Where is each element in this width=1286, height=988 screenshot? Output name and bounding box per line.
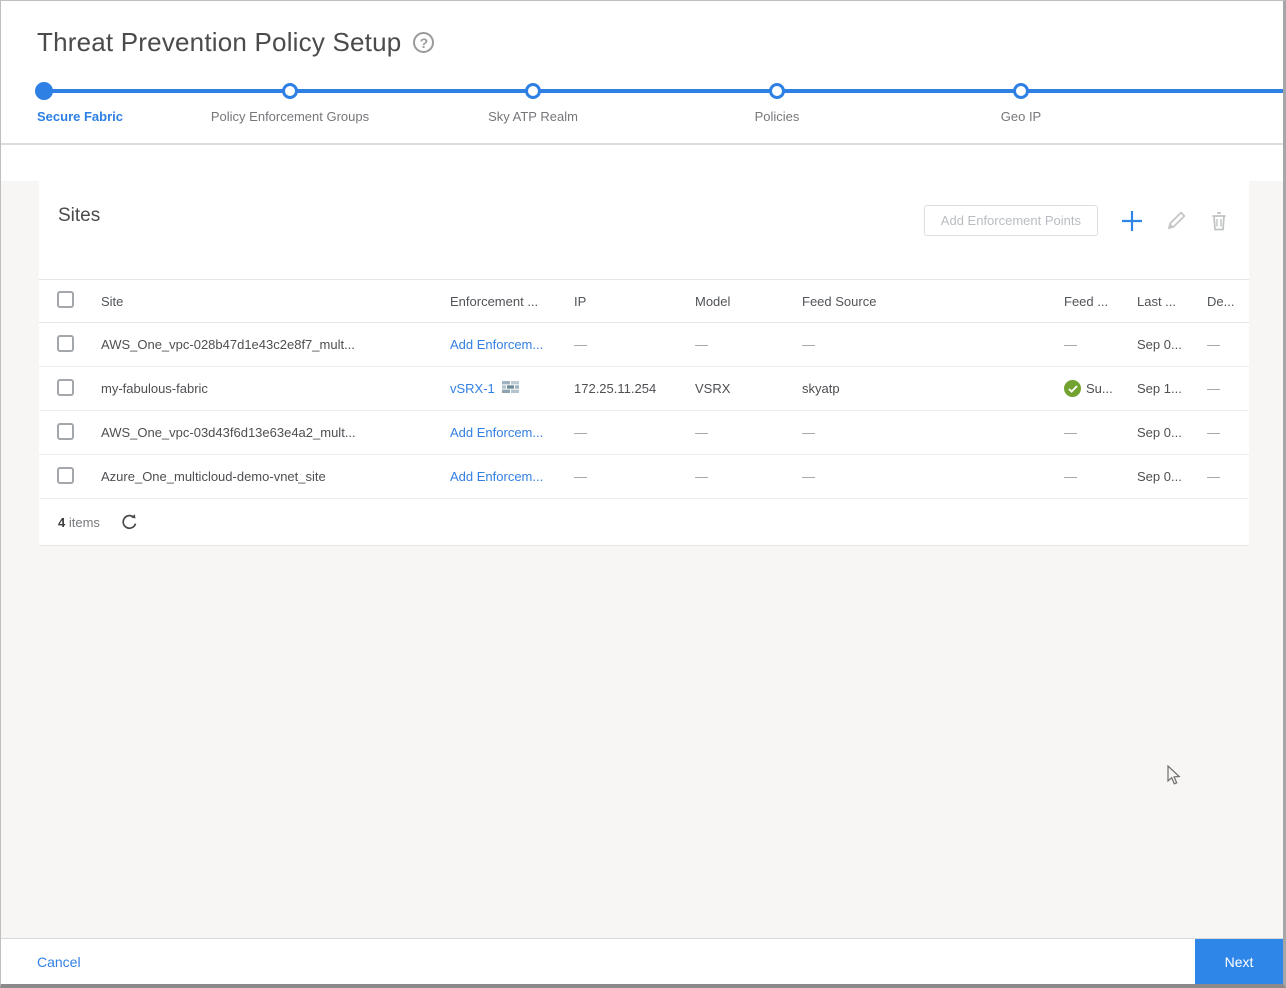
add-enforcement-link[interactable]: Add Enforcem... (450, 337, 543, 352)
site-name: AWS_One_vpc-028b47d1e43c2e8f7_mult... (101, 337, 355, 352)
column-header-site[interactable]: Site (101, 294, 450, 309)
device-link[interactable]: vSRX-1 (450, 381, 495, 396)
table-row[interactable]: AWS_One_vpc-03d43f6d13e63e4a2_mult... Ad… (39, 411, 1249, 455)
row-checkbox[interactable] (57, 334, 74, 352)
model-value: — (695, 469, 708, 484)
column-header-feed-status[interactable]: Feed ... (1064, 294, 1137, 309)
refresh-icon[interactable] (120, 513, 139, 532)
column-header-last[interactable]: Last ... (1137, 294, 1207, 309)
pencil-icon[interactable] (1166, 210, 1187, 231)
page-content: Sites Add Enforcement Points Site Enforc… (1, 181, 1283, 977)
column-header-enforcement[interactable]: Enforcement ... (450, 294, 574, 309)
wizard-stepper: Secure Fabric Policy Enforcement Groups … (1, 82, 1283, 143)
step-label-sky-atp-realm: Sky ATP Realm (488, 109, 578, 124)
column-header-ip[interactable]: IP (574, 294, 695, 309)
mouse-cursor (1167, 764, 1182, 791)
feed-source-value: — (802, 337, 815, 352)
model-value: VSRX (695, 381, 731, 396)
ip-value: 172.25.11.254 (574, 381, 657, 396)
column-header-de[interactable]: De... (1207, 294, 1249, 309)
table-footer: 4 items (39, 499, 1249, 545)
feed-source-value: skyatp (802, 381, 840, 396)
column-header-model[interactable]: Model (695, 294, 802, 309)
site-name: my-fabulous-fabric (101, 381, 208, 396)
select-all-checkbox[interactable] (57, 291, 74, 308)
trash-icon[interactable] (1209, 210, 1229, 232)
table-row[interactable]: Azure_One_multicloud-demo-vnet_site Add … (39, 455, 1249, 499)
plus-icon[interactable] (1120, 209, 1144, 233)
ip-value: — (574, 337, 587, 352)
column-header-feed-source[interactable]: Feed Source (802, 294, 1064, 309)
table-header-row: Site Enforcement ... IP Model Feed Sourc… (39, 279, 1249, 323)
stepper-line (39, 89, 1283, 93)
sites-title: Sites (58, 205, 101, 226)
site-name: Azure_One_multicloud-demo-vnet_site (101, 469, 326, 484)
description-value: — (1207, 425, 1220, 440)
row-checkbox[interactable] (57, 422, 74, 440)
feed-status-value: — (1064, 337, 1077, 352)
sites-panel: Sites Add Enforcement Points Site Enforc… (39, 181, 1249, 546)
feed-status-value: — (1064, 469, 1077, 484)
model-value: — (695, 337, 708, 352)
step-dot-policies[interactable] (769, 83, 785, 99)
help-icon[interactable]: ? (413, 32, 435, 53)
step-label-geo-ip: Geo IP (1000, 109, 1042, 124)
last-updated-value: Sep 1... (1137, 381, 1182, 396)
step-label-secure-fabric: Secure Fabric (37, 109, 123, 124)
description-value: — (1207, 381, 1220, 396)
feed-status-value: — (1064, 425, 1077, 440)
description-value: — (1207, 469, 1220, 484)
add-enforcement-link[interactable]: Add Enforcem... (450, 469, 543, 484)
site-name: AWS_One_vpc-03d43f6d13e63e4a2_mult... (101, 425, 356, 440)
table-row[interactable]: AWS_One_vpc-028b47d1e43c2e8f7_mult... Ad… (39, 323, 1249, 367)
page-title: Threat Prevention Policy Setup (37, 27, 402, 57)
last-updated-value: Sep 0... (1137, 469, 1182, 484)
step-label-policies: Policies (754, 109, 800, 124)
app-window: Threat Prevention Policy Setup ? Secure … (0, 0, 1286, 988)
step-dot-policy-enforcement-groups[interactable] (282, 83, 298, 99)
page-header: Threat Prevention Policy Setup ? Secure … (1, 1, 1283, 145)
step-label-policy-enforcement-groups: Policy Enforcement Groups (210, 109, 370, 124)
feed-status-value: Su... (1086, 381, 1113, 396)
cancel-link[interactable]: Cancel (37, 954, 81, 970)
add-enforcement-points-button[interactable]: Add Enforcement Points (923, 205, 1098, 236)
ip-value: — (574, 425, 587, 440)
step-dot-secure-fabric[interactable] (35, 82, 53, 100)
row-checkbox[interactable] (57, 378, 74, 396)
feed-source-value: — (802, 469, 815, 484)
row-checkbox[interactable] (57, 466, 74, 484)
step-dot-geo-ip[interactable] (1013, 83, 1029, 99)
wizard-footer-bar: Cancel Next (1, 938, 1283, 984)
last-updated-value: Sep 0... (1137, 337, 1182, 352)
description-value: — (1207, 337, 1220, 352)
step-dot-sky-atp-realm[interactable] (525, 83, 541, 99)
items-count: 4 items (58, 514, 100, 530)
firewall-icon (501, 381, 519, 396)
ip-value: — (574, 469, 587, 484)
status-success-icon (1064, 380, 1081, 397)
last-updated-value: Sep 0... (1137, 425, 1182, 440)
table-row[interactable]: my-fabulous-fabric vSRX-1 172.25.11.254 … (39, 367, 1249, 411)
next-button[interactable]: Next (1195, 938, 1283, 984)
model-value: — (695, 425, 708, 440)
feed-source-value: — (802, 425, 815, 440)
add-enforcement-link[interactable]: Add Enforcem... (450, 425, 543, 440)
